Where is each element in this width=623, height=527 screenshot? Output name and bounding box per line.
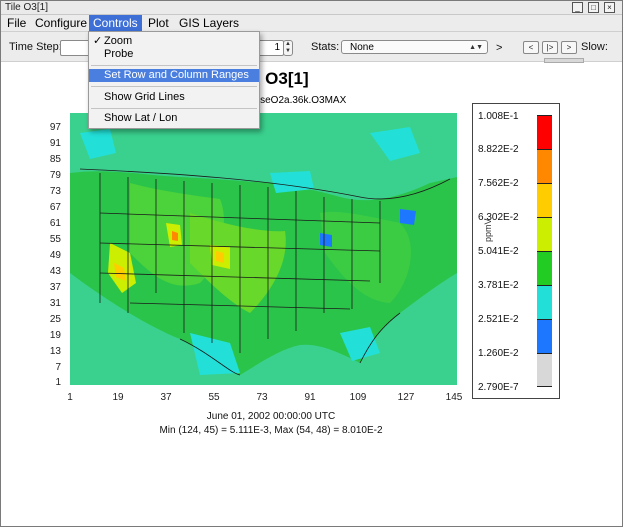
y-tick: 43	[49, 266, 61, 277]
minimize-icon[interactable]: _	[572, 2, 583, 13]
y-tick: 79	[49, 170, 61, 181]
y-tick: 85	[49, 154, 61, 165]
x-tick: 109	[349, 392, 367, 403]
stats-value: None	[350, 42, 374, 53]
stats-label: Stats:	[311, 41, 340, 53]
y-tick: 25	[49, 314, 61, 325]
layer-value: 1	[274, 42, 280, 53]
maximize-icon[interactable]: □	[588, 2, 599, 13]
x-tick: 91	[304, 392, 316, 403]
y-tick: 91	[49, 138, 61, 149]
legend-label: 1.260E-2	[478, 348, 519, 359]
slow-label: Slow:	[581, 41, 608, 53]
x-tick: 37	[160, 392, 172, 403]
y-tick: 55	[49, 234, 61, 245]
menu-file[interactable]: File	[3, 15, 30, 31]
plot-minmax: Min (124, 45) = 5.111E-3, Max (54, 48) =…	[159, 425, 383, 436]
y-tick: 13	[49, 346, 61, 357]
legend-swatch	[537, 115, 552, 149]
menu-item-show-grid-lines[interactable]: Show Grid Lines	[89, 91, 259, 104]
x-tick: 127	[397, 392, 415, 403]
legend-swatch	[537, 285, 552, 319]
menu-item-latlon-label: Show Lat / Lon	[104, 112, 178, 124]
menu-controls[interactable]: Controls	[89, 15, 142, 31]
x-tick: 1	[67, 392, 73, 403]
menu-configure[interactable]: Configure	[31, 15, 91, 31]
stats-select[interactable]: None ▲▼	[341, 40, 488, 54]
legend-unit: ppmV	[483, 218, 493, 242]
legend-swatch	[537, 149, 552, 183]
menu-item-probe-label: Probe	[104, 48, 134, 60]
legend-label: 8.822E-2	[478, 144, 519, 155]
menu-item-zoom-label: Zoom	[104, 35, 133, 47]
menu-item-set-ranges-label: Set Row and Column Ranges	[104, 69, 249, 81]
select-arrows-icon: ▲▼	[469, 44, 483, 51]
y-tick: 31	[49, 298, 61, 309]
y-tick: 37	[49, 282, 61, 293]
stats-go-arrow[interactable]: >	[496, 42, 502, 54]
step-forward-button[interactable]: >	[561, 41, 577, 54]
x-tick: 55	[208, 392, 220, 403]
menu-bar: File Configure Controls Plot GIS Layers	[1, 15, 622, 32]
legend-label: 3.781E-2	[478, 280, 519, 291]
x-tick: 19	[112, 392, 124, 403]
menu-divider	[91, 65, 257, 66]
legend-swatch	[537, 353, 552, 387]
y-tick: 7	[55, 362, 61, 373]
menu-gis-layers[interactable]: GIS Layers	[175, 15, 243, 31]
color-legend: 1.008E-1 8.822E-2 7.562E-2 6.302E-2 5.04…	[472, 103, 560, 399]
x-tick: 145	[445, 392, 463, 403]
legend-swatch	[537, 319, 552, 353]
layer-spinner[interactable]: ▲ ▼	[283, 40, 293, 56]
step-back-button[interactable]: <	[523, 41, 539, 54]
y-tick: 97	[49, 122, 61, 133]
controls-dropdown-menu: ✓ Zoom Probe Set Row and Column Ranges S…	[88, 31, 260, 129]
menu-plot[interactable]: Plot	[144, 15, 173, 31]
close-icon[interactable]: ×	[604, 2, 615, 13]
o3-map[interactable]	[70, 113, 457, 385]
legend-label: 2.521E-2	[478, 314, 519, 325]
time-step-label: Time Step:	[9, 41, 62, 53]
plot-date: June 01, 2002 00:00:00 UTC	[206, 411, 336, 422]
plot-subtitle: baseO2a.36k.O3MAX	[249, 95, 347, 106]
legend-swatch	[537, 217, 552, 251]
layer-input[interactable]: 1	[257, 40, 284, 56]
legend-label: 7.562E-2	[478, 178, 519, 189]
legend-swatch	[537, 183, 552, 217]
menu-item-set-row-column-ranges[interactable]: Set Row and Column Ranges	[89, 69, 259, 82]
menu-item-zoom[interactable]: ✓ Zoom	[89, 35, 259, 48]
legend-label: 1.008E-1	[478, 111, 519, 122]
y-tick: 73	[49, 186, 61, 197]
legend-label: 5.041E-2	[478, 246, 519, 257]
x-tick: 73	[256, 392, 268, 403]
y-tick: 61	[49, 218, 61, 229]
app-window: Tile O3[1] _ □ × File Configure Controls…	[0, 0, 623, 527]
play-button[interactable]: |>	[542, 41, 558, 54]
legend-swatch	[537, 251, 552, 285]
y-tick: 19	[49, 330, 61, 341]
menu-item-grid-label: Show Grid Lines	[104, 91, 185, 103]
y-tick: 49	[49, 250, 61, 261]
checkmark-icon: ✓	[93, 35, 103, 47]
legend-label: 2.790E-7	[478, 382, 519, 393]
title-bar: Tile O3[1] _ □ ×	[1, 1, 622, 15]
y-tick: 67	[49, 202, 61, 213]
menu-divider	[91, 108, 257, 109]
window-title: Tile O3[1]	[5, 2, 48, 13]
speed-slider[interactable]	[544, 58, 584, 63]
menu-item-show-lat-lon[interactable]: Show Lat / Lon	[89, 112, 259, 125]
menu-divider	[91, 86, 257, 87]
y-tick: 1	[55, 377, 61, 388]
menu-item-probe[interactable]: Probe	[89, 48, 259, 61]
